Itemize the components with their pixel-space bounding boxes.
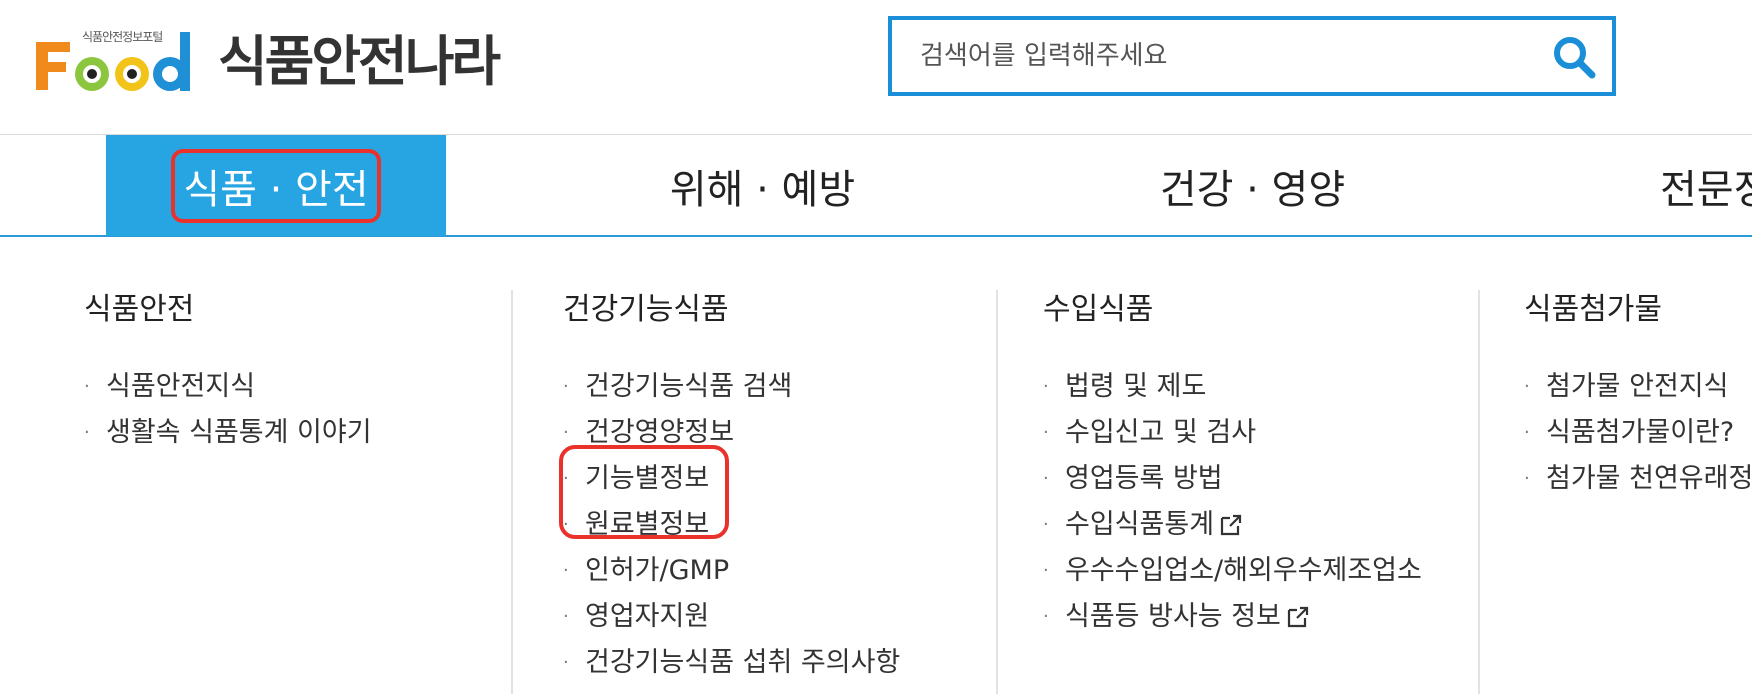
menu-item-label: 건강기능식품 검색 xyxy=(585,371,793,402)
external-link-icon xyxy=(1220,514,1242,536)
gnb-tab-label: 위해 · 예방 xyxy=(669,166,856,213)
menu-item-label: 원료별정보 xyxy=(585,509,710,540)
menu-item[interactable]: · 식품안전지식 xyxy=(84,364,372,410)
menu-column-title[interactable]: 수입식품 xyxy=(1043,290,1422,330)
menu-column-food-additives: 식품첨가물 · 첨가물 안전지식 · 식품첨가물이란? · 첨가물 천연유래정 xyxy=(1524,290,1752,502)
bullet-icon: · xyxy=(1043,376,1049,397)
menu-item-label: 우수수입업소/해외우수제조업소 xyxy=(1065,555,1422,586)
menu-item[interactable]: · 식품첨가물이란? xyxy=(1524,410,1752,456)
menu-item-label: 식품등 방사능 정보 xyxy=(1065,601,1281,632)
menu-item[interactable]: · 수입식품통계 xyxy=(1043,502,1422,548)
bullet-icon: · xyxy=(1524,422,1530,443)
menu-item[interactable]: · 건강기능식품 검색 xyxy=(563,364,900,410)
menu-item-label: 건강기능식품 섭취 주의사항 xyxy=(585,647,901,678)
gnb-tab-food-safety[interactable]: 식품 · 안전 xyxy=(106,135,446,236)
menu-item-label: 영업등록 방법 xyxy=(1065,463,1223,494)
menu-item-label: 식품첨가물이란? xyxy=(1546,417,1735,448)
menu-divider xyxy=(996,290,998,694)
menu-item[interactable]: · 첨가물 안전지식 xyxy=(1524,364,1752,410)
bullet-icon: · xyxy=(1043,514,1049,535)
menu-item[interactable]: · 첨가물 천연유래정 xyxy=(1524,456,1752,502)
menu-divider xyxy=(1478,290,1480,694)
menu-column-food-safety: 식품안전 · 식품안전지식 · 생활속 식품통계 이야기 xyxy=(84,290,372,456)
bullet-icon: · xyxy=(84,422,90,443)
bullet-icon: · xyxy=(1043,606,1049,627)
menu-item-label: 기능별정보 xyxy=(585,463,710,494)
gnb-tab-health-nutrition[interactable]: 건강 · 영양 xyxy=(1130,135,1375,236)
gnb-tab-label: 식품 · 안전 xyxy=(171,148,381,223)
menu-item[interactable]: · 기능별정보 xyxy=(563,456,900,502)
external-link-icon xyxy=(1287,606,1308,628)
global-navigation: 식품 · 안전 위해 · 예방 건강 · 영양 전문정 xyxy=(0,134,1752,237)
search-icon xyxy=(1554,37,1596,79)
menu-item[interactable]: · 원료별정보 xyxy=(563,502,900,548)
menu-item-label: 생활속 식품통계 이야기 xyxy=(106,417,372,448)
bullet-icon: · xyxy=(1043,468,1049,489)
bullet-icon: · xyxy=(563,652,569,673)
menu-item[interactable]: · 수입신고 및 검사 xyxy=(1043,410,1422,456)
bullet-icon: · xyxy=(563,560,569,581)
site-logo[interactable]: 식품안전정보포털 식품안전나라 xyxy=(30,20,530,100)
gnb-tab-hazard-prevention[interactable]: 위해 · 예방 xyxy=(620,135,905,236)
menu-divider xyxy=(511,290,513,694)
menu-item-label: 영업자지원 xyxy=(585,601,710,632)
search-button[interactable] xyxy=(1548,32,1600,82)
menu-item[interactable]: · 영업등록 방법 xyxy=(1043,456,1422,502)
menu-item[interactable]: · 법령 및 제도 xyxy=(1043,364,1422,410)
search-box xyxy=(888,16,1616,96)
menu-item-label: 수입신고 및 검사 xyxy=(1065,417,1257,448)
menu-item[interactable]: · 우수수입업소/해외우수제조업소 xyxy=(1043,548,1422,594)
gnb-tab-label: 건강 · 영양 xyxy=(1159,166,1346,213)
bullet-icon: · xyxy=(563,376,569,397)
gnb-tab-professional[interactable]: 전문정 xyxy=(1660,135,1752,236)
menu-item-label: 수입식품통계 xyxy=(1065,509,1215,540)
menu-column-title[interactable]: 식품첨가물 xyxy=(1524,290,1752,330)
menu-item-label: 인허가/GMP xyxy=(585,555,730,586)
bullet-icon: · xyxy=(1043,422,1049,443)
bullet-icon: · xyxy=(1524,468,1530,489)
search-input[interactable] xyxy=(920,20,1500,92)
bullet-icon: · xyxy=(563,468,569,489)
menu-item-label: 첨가물 천연유래정 xyxy=(1546,463,1752,494)
site-name: 식품안전나라 xyxy=(218,30,501,93)
menu-item-label: 법령 및 제도 xyxy=(1065,371,1207,402)
bullet-icon: · xyxy=(563,422,569,443)
bullet-icon: · xyxy=(84,376,90,397)
menu-item[interactable]: · 건강영양정보 xyxy=(563,410,900,456)
menu-item-label: 식품안전지식 xyxy=(106,371,256,402)
menu-item[interactable]: · 식품등 방사능 정보 xyxy=(1043,594,1422,640)
menu-column-title[interactable]: 식품안전 xyxy=(84,290,372,330)
menu-item[interactable]: · 인허가/GMP xyxy=(563,548,900,594)
menu-item[interactable]: · 영업자지원 xyxy=(563,594,900,640)
bullet-icon: · xyxy=(563,514,569,535)
logo-tagline: 식품안전정보포털 xyxy=(82,30,163,44)
menu-item[interactable]: · 건강기능식품 섭취 주의사항 xyxy=(563,640,900,686)
menu-item[interactable]: · 생활속 식품통계 이야기 xyxy=(84,410,372,456)
menu-item-label: 건강영양정보 xyxy=(585,417,735,448)
bullet-icon: · xyxy=(1043,560,1049,581)
menu-item-label: 첨가물 안전지식 xyxy=(1546,371,1729,402)
menu-column-title[interactable]: 건강기능식품 xyxy=(563,290,900,330)
menu-column-health-functional-food: 건강기능식품 · 건강기능식품 검색 · 건강영양정보 · 기능별정보 · 원료별정보 … xyxy=(563,290,900,686)
bullet-icon: · xyxy=(1524,376,1530,397)
menu-column-imported-food: 수입식품 · 법령 및 제도 · 수입신고 및 검사 · 영업등록 방법 · 수입식품통… xyxy=(1043,290,1422,640)
gnb-tab-label: 전문정 xyxy=(1660,166,1752,213)
bullet-icon: · xyxy=(563,606,569,627)
